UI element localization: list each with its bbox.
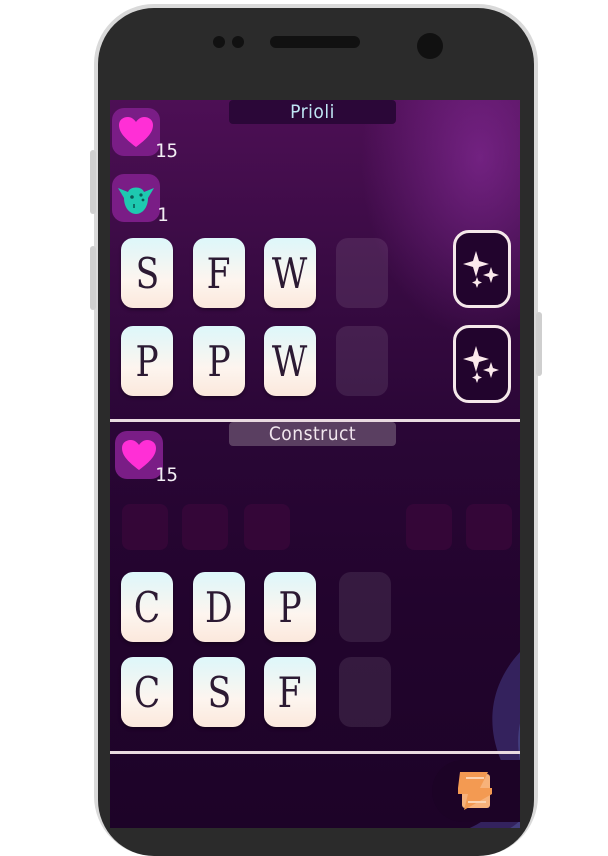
player-letter-tile[interactable]: P xyxy=(264,572,316,642)
sparkle-icon xyxy=(463,251,499,288)
earpiece-speaker xyxy=(270,36,360,48)
tray-divider xyxy=(110,751,520,754)
empty-tile-slot[interactable] xyxy=(336,238,388,308)
power-side-button xyxy=(536,312,542,376)
empty-tile-slot[interactable] xyxy=(336,326,388,396)
player-letter-tile[interactable]: C xyxy=(121,572,173,642)
opponent-health-value: 15 xyxy=(155,140,178,162)
volume-up-button xyxy=(90,150,96,214)
tile-letter: C xyxy=(133,582,161,632)
volume-down-button xyxy=(90,246,96,310)
tile-letter: P xyxy=(207,336,231,386)
goblin-face-icon xyxy=(118,187,154,214)
player-letter-tile[interactable]: D xyxy=(193,572,245,642)
front-camera xyxy=(417,33,443,59)
faded-slot xyxy=(182,504,228,550)
spellbook-button[interactable] xyxy=(432,760,520,822)
player-letter-tile[interactable]: C xyxy=(121,657,173,727)
sparkle-icon xyxy=(463,346,499,383)
tile-letter: P xyxy=(135,336,159,386)
tile-letter: C xyxy=(133,667,161,717)
tile-letter: D xyxy=(205,582,233,632)
sensor-dot xyxy=(213,36,225,48)
tile-letter: F xyxy=(278,667,302,717)
player-health-value: 15 xyxy=(155,464,178,486)
opponent-minion-count: 1 xyxy=(157,204,169,226)
opponent-letter-tile[interactable]: W xyxy=(264,238,316,308)
opponent-minion-badge xyxy=(112,174,160,222)
player-letter-tile[interactable]: S xyxy=(193,657,245,727)
tile-letter: W xyxy=(272,248,308,298)
faded-slot xyxy=(406,504,452,550)
opponent-health-badge xyxy=(112,108,160,156)
game-screen: Prioli 15 1 S F W P P W Construct 15 C D… xyxy=(110,100,520,828)
sensor-dot xyxy=(232,36,244,48)
tile-letter: F xyxy=(207,248,231,298)
tile-letter: P xyxy=(278,582,302,632)
sparkle-power-button[interactable] xyxy=(453,325,511,403)
opponent-letter-tile[interactable]: P xyxy=(193,326,245,396)
heart-icon xyxy=(122,440,156,470)
faded-slot xyxy=(244,504,290,550)
tile-letter: S xyxy=(135,248,159,298)
heart-icon xyxy=(119,117,153,147)
player-name-tag: Construct xyxy=(229,422,396,446)
opponent-letter-tile[interactable]: W xyxy=(264,326,316,396)
opponent-letter-tile[interactable]: F xyxy=(193,238,245,308)
empty-tile-slot[interactable] xyxy=(339,572,391,642)
player-letter-tile[interactable]: F xyxy=(264,657,316,727)
sparkle-power-button[interactable] xyxy=(453,230,511,308)
opponent-name-tag: Prioli xyxy=(229,100,396,124)
tile-letter: W xyxy=(272,336,308,386)
scroll-icon xyxy=(458,772,492,810)
empty-tile-slot[interactable] xyxy=(339,657,391,727)
faded-slot xyxy=(122,504,168,550)
opponent-letter-tile[interactable]: S xyxy=(121,238,173,308)
opponent-letter-tile[interactable]: P xyxy=(121,326,173,396)
tile-letter: S xyxy=(207,667,231,717)
faded-slot xyxy=(466,504,512,550)
